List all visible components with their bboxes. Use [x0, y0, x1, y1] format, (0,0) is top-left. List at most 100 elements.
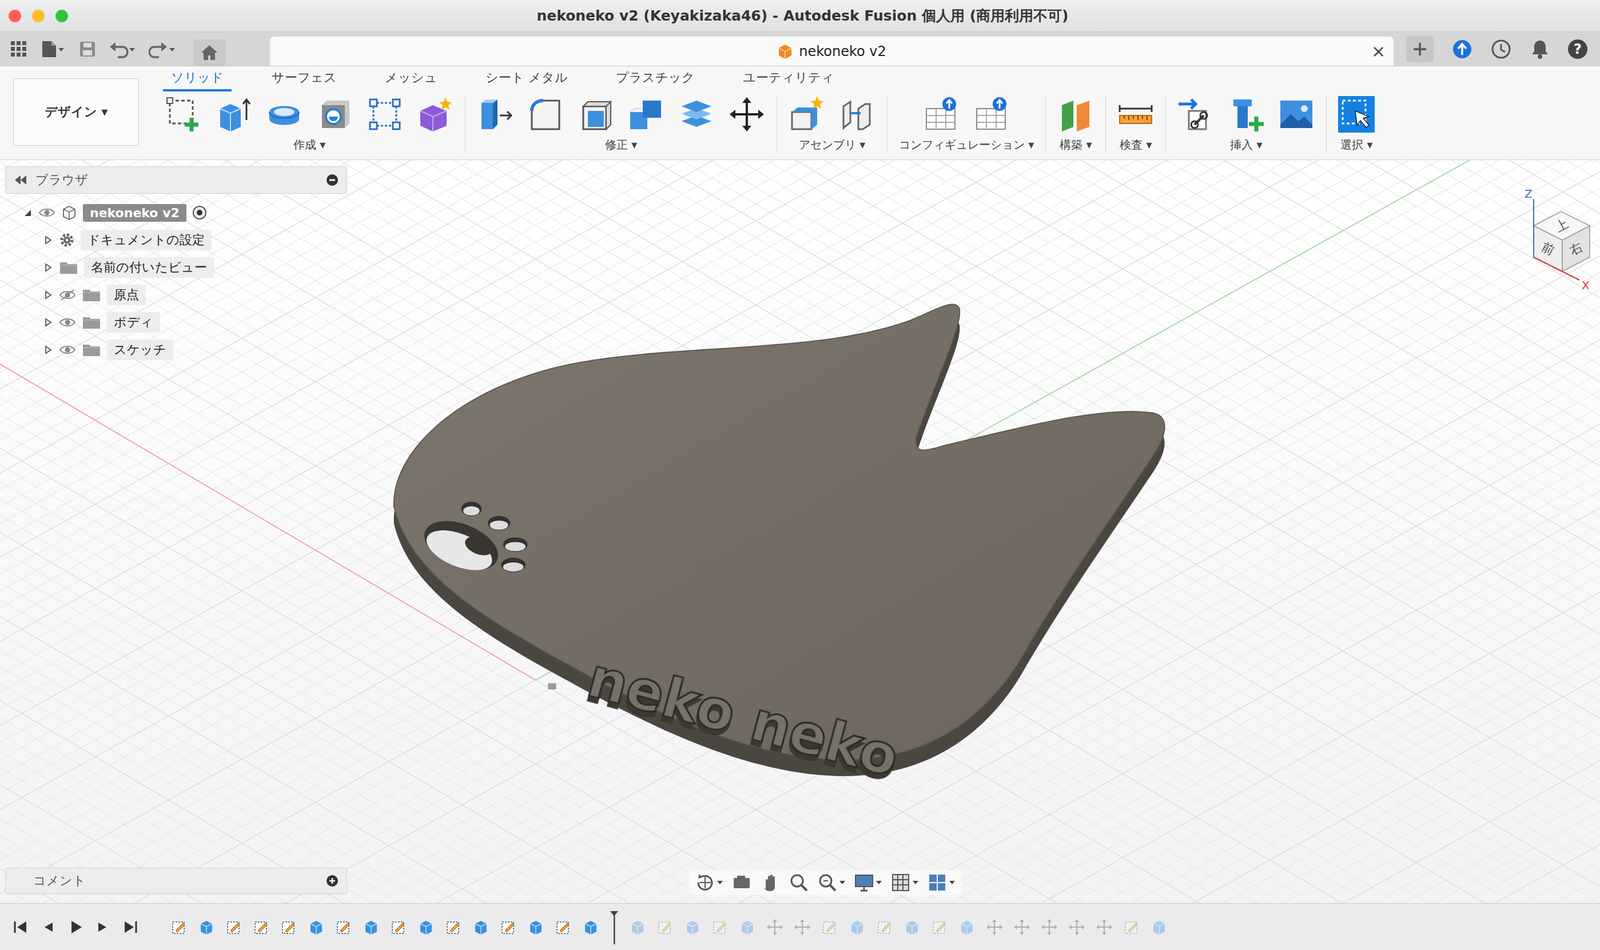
revolve-icon[interactable]	[265, 96, 303, 133]
collapsed-triangle-icon[interactable]	[42, 289, 54, 301]
timeline-feature[interactable]	[1123, 918, 1141, 937]
timeline-feature[interactable]	[280, 918, 298, 937]
step-forward-icon[interactable]	[94, 919, 111, 936]
pan-icon[interactable]	[759, 872, 781, 894]
hole-icon[interactable]	[316, 96, 353, 133]
dropdown-caret-icon[interactable]	[948, 880, 956, 886]
sketch-feature-icon[interactable]	[1123, 918, 1141, 937]
timeline-feature[interactable]	[903, 918, 921, 937]
extrude-feature-icon[interactable]	[629, 918, 647, 937]
timeline-feature[interactable]	[1013, 918, 1031, 937]
minimize-button[interactable]	[32, 9, 45, 23]
timeline-marker-icon[interactable]	[609, 910, 619, 945]
move-feature-icon[interactable]	[985, 918, 1004, 937]
create-form-icon[interactable]	[416, 96, 454, 133]
timeline-feature[interactable]	[711, 918, 729, 937]
timeline-feature[interactable]	[170, 918, 188, 937]
tool-group-menu[interactable]: 構築 ▾	[1059, 137, 1092, 153]
browser-item[interactable]: 原点	[5, 281, 348, 309]
move-feature-icon[interactable]	[1040, 918, 1058, 937]
timeline-feature[interactable]	[930, 918, 949, 937]
extrude-feature-icon[interactable]	[527, 918, 545, 937]
toolbar-tab[interactable]: ソリッド	[162, 69, 232, 92]
timeline-feature[interactable]	[848, 918, 866, 937]
close-tab-button[interactable]: ×	[1371, 41, 1386, 62]
cat-plate-model[interactable]: neko neko	[393, 304, 1165, 790]
step-back-icon[interactable]	[40, 919, 57, 936]
timeline-feature[interactable]	[307, 918, 325, 937]
plus-icon[interactable]	[1411, 41, 1428, 58]
go-to-start-icon[interactable]	[12, 919, 29, 936]
extrude-feature-icon[interactable]	[417, 918, 435, 937]
sketch-feature-icon[interactable]	[821, 918, 839, 937]
press-pull-icon[interactable]	[476, 96, 514, 133]
timeline-feature[interactable]	[554, 918, 572, 937]
orbit-icon[interactable]	[694, 872, 716, 894]
add-comment-icon[interactable]	[325, 874, 339, 888]
fit-zoom-icon[interactable]	[817, 872, 838, 894]
timeline-feature[interactable]	[444, 918, 463, 937]
eye-icon[interactable]	[58, 316, 77, 329]
sketch-feature-icon[interactable]	[335, 918, 353, 937]
timeline-feature[interactable]	[472, 918, 490, 937]
timeline-feature[interactable]	[527, 918, 545, 937]
home-button[interactable]	[193, 39, 226, 66]
toolbar-tab[interactable]: ユーティリティ	[734, 69, 843, 92]
timeline-feature[interactable]	[683, 918, 702, 937]
pan-button[interactable]	[759, 872, 781, 894]
browser-item-label[interactable]: ボディ	[106, 312, 161, 333]
extrude-icon[interactable]	[215, 96, 253, 133]
extrude-feature-icon[interactable]	[683, 918, 702, 937]
home-icon[interactable]	[200, 44, 219, 62]
shell-icon[interactable]	[577, 96, 615, 133]
close-button[interactable]	[8, 9, 22, 23]
viewport[interactable]: neko nekoブラウザnekoneko v2ドキュメントの設定名前の付いたビ…	[0, 160, 1600, 904]
browser-item[interactable]: スケッチ	[5, 336, 348, 364]
timeline-feature[interactable]	[656, 918, 674, 937]
move-icon[interactable]	[728, 96, 766, 133]
timeline-feature[interactable]	[1040, 918, 1058, 937]
redo-icon[interactable]	[148, 40, 177, 59]
go-to-end-icon[interactable]	[122, 919, 139, 936]
job-status-icon[interactable]	[1490, 38, 1512, 60]
timeline-feature[interactable]	[362, 918, 380, 937]
move-feature-icon[interactable]	[1095, 918, 1113, 937]
toolbar-tab[interactable]: メッシュ	[376, 69, 446, 92]
sketch-feature-icon[interactable]	[876, 918, 894, 937]
model-canvas[interactable]: neko neko	[0, 160, 1600, 904]
select-icon[interactable]	[1338, 96, 1375, 133]
view-cube-face[interactable]: 上	[1553, 216, 1571, 235]
toolbar-tab[interactable]: プラスチック	[607, 69, 703, 92]
extrude-feature-icon[interactable]	[738, 918, 756, 937]
sketch-feature-icon[interactable]	[252, 918, 270, 937]
timeline-feature[interactable]	[582, 918, 600, 937]
collapsed-triangle-icon[interactable]	[42, 235, 54, 246]
grid-settings-button[interactable]	[890, 872, 919, 894]
grid-settings-icon[interactable]	[890, 872, 911, 894]
combine-icon[interactable]	[627, 96, 665, 133]
timeline-feature[interactable]	[499, 918, 517, 937]
orbit-button[interactable]	[694, 872, 724, 894]
configuration-icon[interactable]	[973, 96, 1010, 133]
dropdown-caret-icon[interactable]	[838, 880, 846, 886]
extrude-feature-icon[interactable]	[362, 918, 380, 937]
collapse-panel-icon[interactable]	[13, 174, 28, 186]
eye-icon[interactable]	[38, 206, 56, 220]
toolbar-tab[interactable]: サーフェス	[263, 69, 345, 92]
look-at-button[interactable]	[731, 872, 752, 894]
timeline-feature[interactable]	[1150, 918, 1168, 937]
play-icon[interactable]	[67, 919, 84, 936]
timeline-feature[interactable]	[766, 918, 784, 937]
timeline-feature[interactable]	[197, 918, 216, 937]
tool-group-menu[interactable]: アセンブリ ▾	[798, 137, 866, 153]
viewports-icon[interactable]	[926, 872, 948, 894]
extrude-feature-icon[interactable]	[848, 918, 866, 937]
extrude-feature-icon[interactable]	[472, 918, 490, 937]
new-tab-button[interactable]	[1406, 36, 1434, 63]
tool-group-menu[interactable]: コンフィギュレーション ▾	[898, 137, 1034, 153]
eye-icon[interactable]	[58, 343, 77, 357]
joint-icon[interactable]	[838, 96, 876, 133]
look-at-icon[interactable]	[731, 872, 752, 894]
browser-item[interactable]: ドキュメントの設定	[5, 226, 348, 254]
timeline-feature[interactable]	[417, 918, 435, 937]
